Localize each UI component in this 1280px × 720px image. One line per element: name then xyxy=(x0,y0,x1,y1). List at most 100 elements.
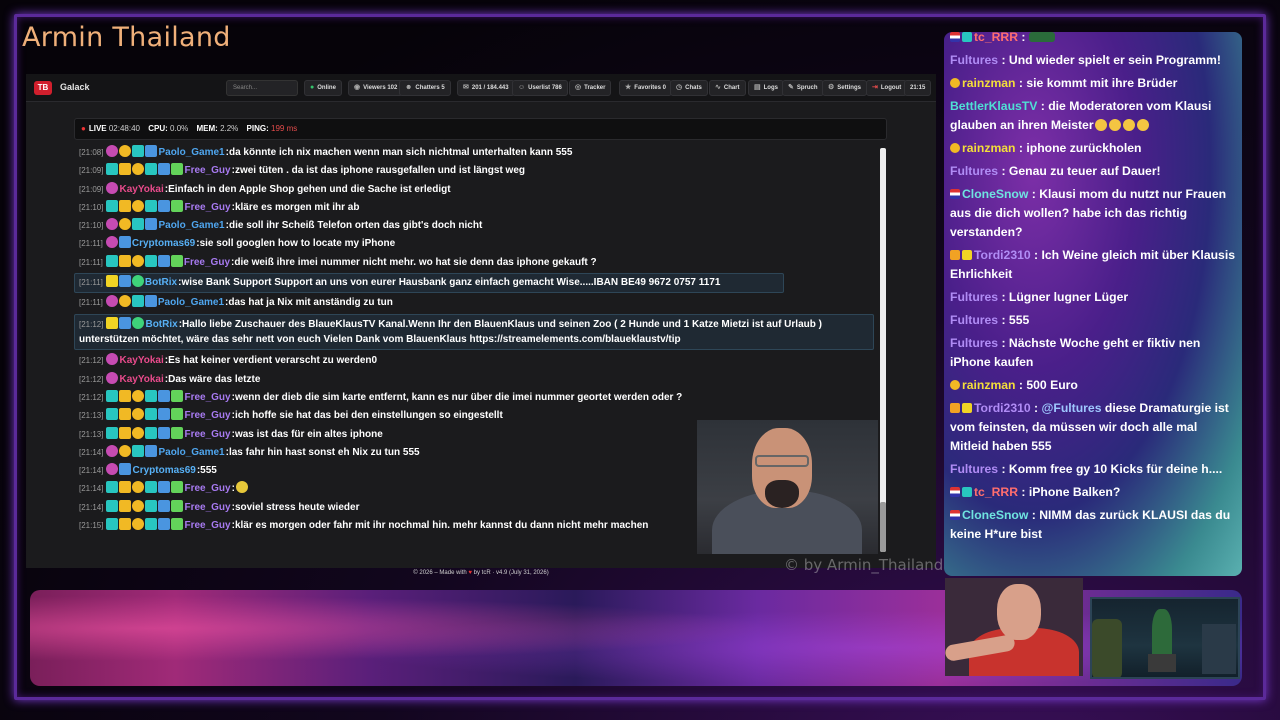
chat-username[interactable]: Cryptomas69 xyxy=(132,465,195,476)
viewers-button[interactable]: ◉ Viewers 102 xyxy=(348,80,404,96)
one-badge-icon xyxy=(950,78,960,88)
channel-name: Galack xyxy=(60,82,90,92)
chat-username[interactable]: Free_Guy xyxy=(184,483,230,494)
stream-chat-username[interactable]: Tordi2310 xyxy=(974,401,1031,415)
chat-username[interactable]: Free_Guy xyxy=(184,520,230,531)
teal-badge-icon xyxy=(145,481,158,494)
online-button[interactable]: ● Online xyxy=(304,80,342,96)
tracker-button[interactable]: ◎ Tracker xyxy=(569,80,612,96)
toolbar-label: Tracker xyxy=(584,85,606,91)
chat-username[interactable]: Paolo_Game1 xyxy=(158,147,224,158)
stream-chat-username[interactable]: Tordi2310 xyxy=(974,248,1031,262)
stream-chat-username[interactable]: CloneSnow xyxy=(962,187,1028,201)
chat-username[interactable]: Paolo_Game1 xyxy=(158,220,224,231)
chat-username[interactable]: Free_Guy xyxy=(184,410,230,421)
stream-chat-separator: : xyxy=(1030,401,1042,415)
teal-badge-icon xyxy=(131,295,144,308)
stream-chat-username[interactable]: Fultures xyxy=(950,313,998,327)
chats-button[interactable]: ◷ Chats xyxy=(670,80,708,96)
chat-username[interactable]: Free_Guy xyxy=(184,257,230,268)
toolbar-label: Logs xyxy=(763,85,778,91)
toolbar-label: Settings xyxy=(837,85,861,91)
chat-username[interactable]: BotRix xyxy=(145,319,177,330)
stream-chat-panel: tc_RRR : Fultures : Und wieder spielt er… xyxy=(944,32,1242,576)
webcam-main xyxy=(697,420,878,554)
green-badge-icon xyxy=(132,317,145,330)
chat-username[interactable]: Free_Guy xyxy=(184,165,230,176)
stream-chat-message: rainzman : sie kommt mit ihre Brüder xyxy=(944,72,1242,95)
scrollbar-thumb[interactable] xyxy=(880,502,886,552)
teal-badge-icon xyxy=(106,163,119,176)
stream-chat-username[interactable]: Fultures xyxy=(950,53,998,67)
mention[interactable]: @Fultures xyxy=(1042,401,1102,415)
spruch-button[interactable]: ✎ Spruch xyxy=(782,80,824,96)
live-dot-icon: ● xyxy=(81,124,86,133)
chat-username[interactable]: KayYokai xyxy=(119,355,163,366)
chat-username[interactable]: Paolo_Game1 xyxy=(158,447,224,458)
blue-badge-icon xyxy=(158,163,171,176)
chat-message: Hallo liebe Zuschauer des BlaueKlausTV K… xyxy=(79,319,822,346)
chat-message: was ist das für ein altes iphone xyxy=(234,428,383,440)
chat-row: [21:09] KayYokai:Einfach in den Apple Sho… xyxy=(74,181,874,199)
chat-username[interactable]: KayYokai xyxy=(119,374,163,385)
stream-chat-username[interactable]: BettlerKlausTV xyxy=(950,99,1037,113)
chatters-button[interactable]: ☻ Chatters 5 xyxy=(399,80,451,96)
stream-chat-username[interactable]: Fultures xyxy=(950,164,998,178)
chat-row: [21:12] KayYokai:Das wäre das letzte xyxy=(74,371,874,389)
one-badge-icon xyxy=(132,518,145,531)
teal-badge-icon xyxy=(106,499,119,512)
logout-button[interactable]: ⇥ Logout xyxy=(866,80,908,96)
chat-message: zwei tüten . da ist das iphone rausgefal… xyxy=(234,165,525,177)
cam3-plant xyxy=(1152,609,1172,659)
teal-badge-icon xyxy=(106,426,119,439)
one-badge-icon xyxy=(950,143,960,153)
chat-username[interactable]: BotRix xyxy=(145,277,177,288)
chat-message: kläre es morgen mit ihr ab xyxy=(234,201,360,213)
blue-badge-icon xyxy=(119,463,132,476)
favorites-button[interactable]: ★ Favorites 0 xyxy=(619,80,672,96)
chat-username[interactable]: Paolo_Game1 xyxy=(158,297,224,308)
stream-chat-username[interactable]: tc_RRR xyxy=(974,485,1018,499)
status-bar: ● LIVE 02:48:40 CPU: 0.0% MEM: 2.2% PING:… xyxy=(74,118,887,140)
chat-username[interactable]: Free_Guy xyxy=(184,202,230,213)
stream-chat-username[interactable]: tc_RRR xyxy=(974,32,1018,44)
stream-chat-username[interactable]: rainzman xyxy=(962,378,1016,392)
crown-badge-icon xyxy=(962,250,972,260)
crown-badge-icon xyxy=(119,199,132,212)
chat-username[interactable]: Free_Guy xyxy=(184,392,230,403)
stream-chat-message: Fultures : Komm free gy 10 Kicks für dei… xyxy=(944,458,1242,481)
userlist-button[interactable]: ☺ Userlist 786 xyxy=(512,80,568,96)
search-input[interactable]: Search... xyxy=(226,80,298,96)
stream-chat-username[interactable]: Fultures xyxy=(950,336,998,350)
stream-chat-username[interactable]: Fultures xyxy=(950,290,998,304)
chat-username[interactable]: Cryptomas69 xyxy=(132,238,195,249)
teal-badge-icon xyxy=(106,408,119,421)
blue-badge-icon xyxy=(158,199,171,212)
chat-scrollbar[interactable] xyxy=(880,148,886,552)
stream-chat-message: rainzman : iphone zurückholen xyxy=(944,137,1242,160)
ping-label: PING: xyxy=(246,124,269,133)
stream-chat-username[interactable]: rainzman xyxy=(962,76,1016,90)
stream-chat-username[interactable]: rainzman xyxy=(962,141,1016,155)
stream-chat-message: rainzman : 500 Euro xyxy=(944,374,1242,397)
chat-row: [21:10] Paolo_Game1:die soll ihr Scheiß T… xyxy=(74,217,874,235)
chart-button[interactable]: ∿ Chart xyxy=(709,80,746,96)
stream-chat-username[interactable]: Fultures xyxy=(950,462,998,476)
one-badge-icon xyxy=(132,389,145,402)
crown-badge-icon xyxy=(962,403,972,413)
one-badge-icon xyxy=(132,199,145,212)
stream-title: Armin Thailand xyxy=(22,22,231,53)
stream-chat-username[interactable]: CloneSnow xyxy=(962,508,1028,522)
chat-username[interactable]: Free_Guy xyxy=(184,429,230,440)
logs-button[interactable]: ▤ Logs xyxy=(748,80,784,96)
chat-username[interactable]: Free_Guy xyxy=(184,502,230,513)
chat-username[interactable]: KayYokai xyxy=(119,184,163,195)
emote-icon xyxy=(1136,119,1149,131)
messages-button[interactable]: ✉ 201 / 184.443 xyxy=(457,80,515,96)
stream-chat-message: CloneSnow : NIMM das zurück KLAUSI das d… xyxy=(944,504,1242,546)
settings-button[interactable]: ⚙ Settings xyxy=(822,80,867,96)
spruch-icon: ✎ xyxy=(788,84,794,91)
chat-row: [21:10] Free_Guy:kläre es morgen mit ihr … xyxy=(74,199,874,217)
settings-icon: ⚙ xyxy=(828,84,835,91)
chat-message: ich hoffe sie hat das bei den einstellun… xyxy=(234,410,503,422)
